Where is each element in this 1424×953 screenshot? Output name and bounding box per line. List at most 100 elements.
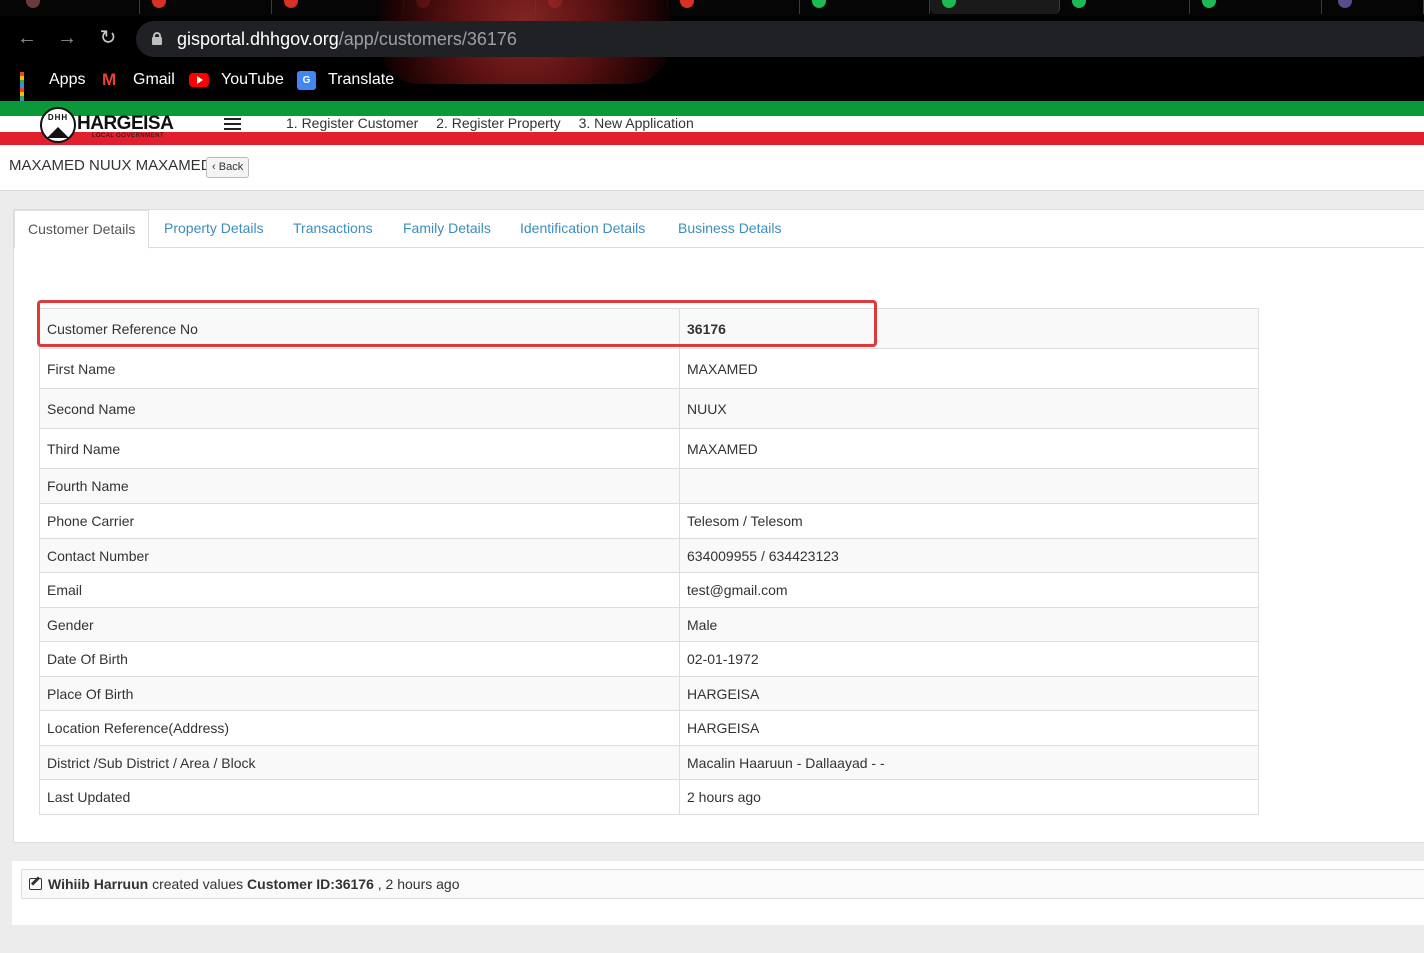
table-row: Fourth Name [39,468,1259,504]
bookmark-label: Apps [49,71,86,88]
bookmark-translate[interactable]: G Translate [297,69,394,91]
browser-chrome: ← → ↻ gisportal.dhhgov.org/app/customers… [0,0,1424,101]
table-row: Phone Carrier Telesom / Telesom [39,503,1259,539]
step-register-property[interactable]: 2. Register Property [436,115,561,131]
activity-section: Wihiib Harruun created values Customer I… [12,861,1424,925]
table-row: Third Name MAXAMED [39,428,1259,469]
detail-label: Place Of Birth [39,676,680,711]
browser-tab[interactable] [800,0,930,14]
apps-grid-icon [20,71,37,101]
detail-label: Second Name [39,388,680,429]
bookmark-label: Gmail [133,71,175,88]
detail-value: MAXAMED [679,348,1259,389]
activity-user: Wihiib Harruun [48,876,149,892]
browser-tab-strip [0,0,1424,16]
logo-subtext: LOCAL GOVERNMENT [92,133,165,139]
detail-value: Macalin Haaruun - Dallaayad - - [679,745,1259,780]
edit-icon [29,878,42,890]
bookmark-apps[interactable]: Apps [20,69,86,101]
table-row: Last Updated 2 hours ago [39,779,1259,815]
youtube-icon [189,73,209,87]
detail-tabs: Customer Details Property Details Transa… [14,210,1424,249]
table-row: Date Of Birth 02-01-1972 [39,641,1259,677]
tab-business-details[interactable]: Business Details [665,210,795,248]
browser-tab[interactable] [668,0,800,14]
logo-emblem: DHH [40,107,76,143]
detail-label: Fourth Name [39,468,680,504]
browser-tab[interactable] [1060,0,1190,14]
browser-tab[interactable] [0,0,140,14]
activity-target: Customer ID:36176 [247,876,374,892]
browser-tab[interactable] [140,0,272,14]
bookmark-youtube[interactable]: YouTube [189,69,284,91]
table-row: Contact Number 634009955 / 634423123 [39,538,1259,573]
address-row: ← → ↻ gisportal.dhhgov.org/app/customers… [0,18,1424,60]
detail-label: Phone Carrier [39,503,680,539]
forward-arrow-icon[interactable]: → [55,26,79,50]
customer-details-table: Customer Reference No 36176 First Name MAX… [39,308,1259,815]
detail-label: Customer Reference No [39,308,680,349]
table-row: Location Reference(Address) HARGEISA [39,710,1259,746]
chevron-left-icon: ‹ [212,161,216,173]
detail-label: Email [39,572,680,608]
detail-value: HARGEISA [679,710,1259,746]
back-button[interactable]: ‹ Back [206,157,250,178]
bookmark-label: Translate [328,71,395,88]
hargeisa-logo[interactable]: DHH HARGEISA LOCAL GOVERNMENT [40,107,174,143]
url-text[interactable]: gisportal.dhhgov.org/app/customers/36176 [177,29,517,50]
tab-customer-details[interactable]: Customer Details [14,210,150,249]
detail-value: HARGEISA [679,676,1259,711]
back-arrow-icon[interactable]: ← [15,26,39,50]
detail-label: Last Updated [39,779,680,815]
bookmarks-bar: Apps M Gmail YouTube G Translate [0,62,1424,101]
detail-label: Location Reference(Address) [39,710,680,746]
bookmark-gmail[interactable]: M Gmail [102,69,175,91]
google-translate-icon: G [297,70,316,90]
url-path: /app/customers/36176 [338,29,517,49]
activity-entry: Wihiib Harruun created values Customer I… [21,869,1424,899]
gmail-icon: M [102,70,117,89]
app-header: DHH HARGEISA LOCAL GOVERNMENT 1. Registe… [0,101,1424,145]
flag-stripe-green [0,101,1424,116]
detail-value: MAXAMED [679,428,1259,469]
workflow-steps: 1. Register Customer 2. Register Propert… [286,115,708,131]
tab-identification-details[interactable]: Identification Details [507,210,658,248]
menu-toggle-icon[interactable] [224,118,241,130]
detail-value: 36176 [679,308,1259,349]
url-host: gisportal.dhhgov.org [177,29,339,49]
detail-value: 02-01-1972 [679,641,1259,677]
customer-panel: Customer Details Property Details Transa… [13,209,1424,843]
logo-mark: DHH [47,113,69,122]
table-row: Customer Reference No 36176 [39,308,1259,349]
activity-time: , 2 hours ago [377,876,460,892]
activity-action: created values [152,876,244,892]
tab-property-details[interactable]: Property Details [151,210,277,248]
detail-value: NUUX [679,388,1259,429]
detail-value: test@gmail.com [679,572,1259,608]
flag-stripe-red [0,132,1424,145]
page-titlebar: MAXAMED NUUX MAXAMED ‹ Back [0,145,1424,191]
table-row: First Name MAXAMED [39,348,1259,389]
detail-value: Male [679,607,1259,642]
address-bar[interactable]: gisportal.dhhgov.org/app/customers/36176 [136,21,1424,57]
reload-icon[interactable]: ↻ [96,26,120,50]
back-label: Back [218,161,244,173]
browser-tab[interactable] [1322,0,1424,14]
detail-label: Contact Number [39,538,680,573]
detail-label: First Name [39,348,680,389]
table-row: District /Sub District / Area / Block Mac… [39,745,1259,780]
tab-family-details[interactable]: Family Details [390,210,504,248]
browser-tab[interactable] [1190,0,1322,14]
browser-tab-active[interactable] [930,0,1060,14]
detail-value: 2 hours ago [679,779,1259,815]
step-new-application[interactable]: 3. New Application [579,115,694,131]
tab-transactions[interactable]: Transactions [280,210,386,248]
table-row: Email test@gmail.com [39,572,1259,608]
table-row: Gender Male [39,607,1259,642]
detail-value: 634009955 / 634423123 [679,538,1259,573]
lock-icon[interactable] [152,32,162,45]
table-row: Place Of Birth HARGEISA [39,676,1259,711]
detail-value: Telesom / Telesom [679,503,1259,539]
step-register-customer[interactable]: 1. Register Customer [286,115,418,131]
page-title: MAXAMED NUUX MAXAMED [9,157,212,174]
